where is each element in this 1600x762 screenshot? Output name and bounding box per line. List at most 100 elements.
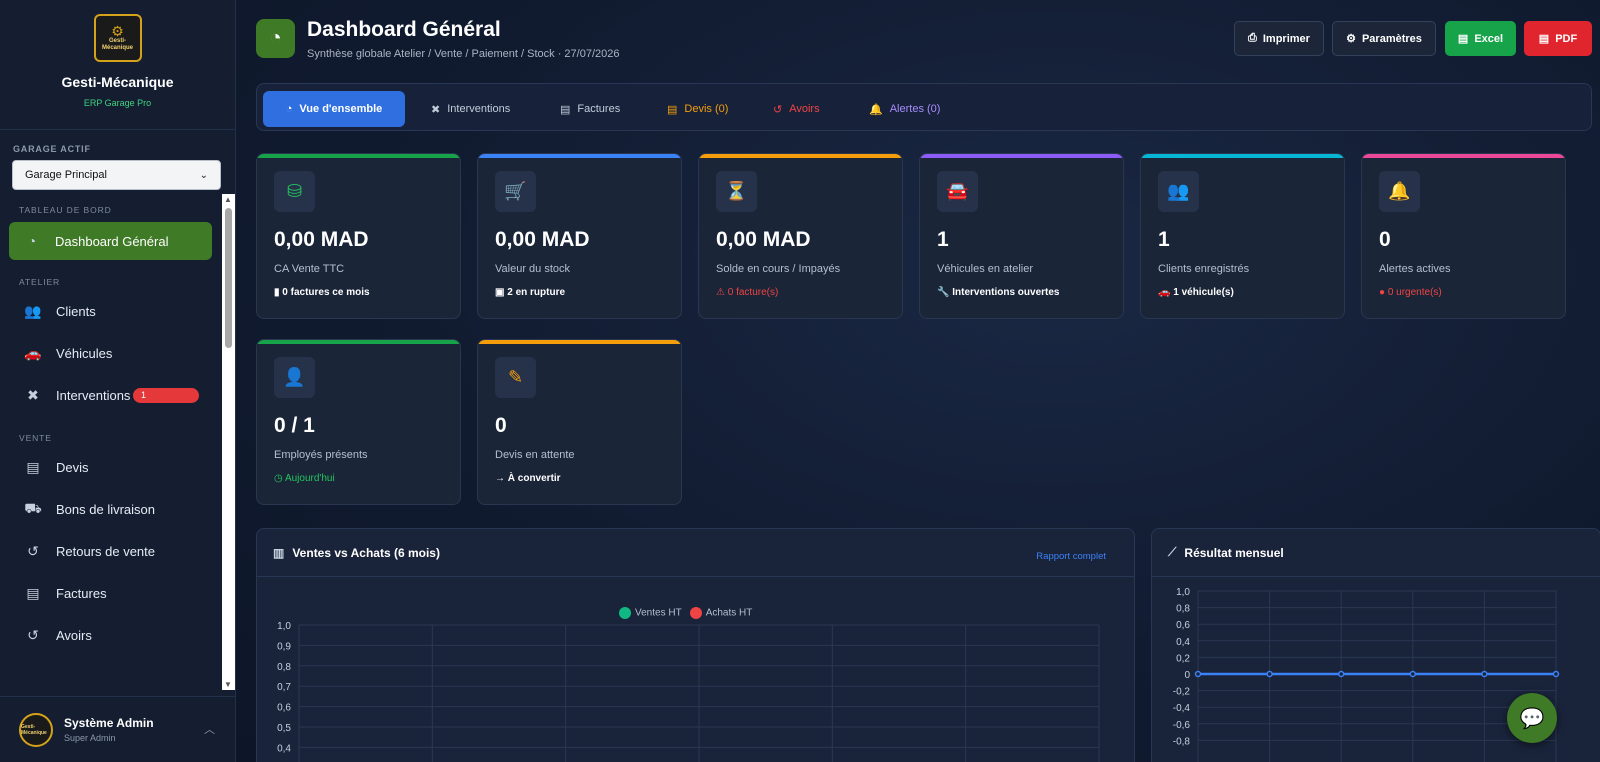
interventions-badge: 1 [133,388,199,403]
stat-card-alertes[interactable]: 🔔 0 Alertes actives ● 0 urgente(s) [1361,153,1566,319]
sidebar-scrollbar[interactable]: ▲ ▼ [222,194,235,690]
sidebar-item-label: Retours de vente [56,543,156,559]
tab-label: Interventions [447,103,511,115]
car-icon: 🚘 [937,171,978,212]
y-tick-label: 0,2 [1176,653,1190,664]
file-icon: ▤ [26,458,40,475]
y-tick-label: 0,7 [277,682,291,693]
card-note: → À convertir [495,473,561,484]
stat-card-stock[interactable]: 🛒 0,00 MAD Valeur du stock ▣ 2 en ruptur… [477,153,682,319]
card-note: 🔧 Interventions ouvertes [937,287,1060,298]
sidebar-item-devis[interactable]: ▤ Devis [0,446,221,488]
excel-button[interactable]: ▤ Excel [1445,21,1516,56]
card-value: 1 [937,228,949,251]
users-icon: 👥 [1158,171,1199,212]
file-icon: ▤ [667,103,678,116]
undo-icon: ↺ [27,626,39,643]
y-tick-label: 0,4 [277,743,291,754]
stat-card-vehicules[interactable]: 🚘 1 Véhicules en atelier 🔧 Interventions… [919,153,1124,319]
sidebar-item-interventions[interactable]: ✖ Interventions 1 [0,374,221,416]
card-accent [478,154,681,158]
y-tick-label: 0 [1184,670,1190,681]
sidebar: ⚙ Gesti-Mécanique Gesti-Mécanique ERP Ga… [0,0,236,762]
chat-button[interactable]: 💬 [1507,693,1557,743]
tab-label: Avoirs [789,103,820,115]
sidebar-item-avoirs[interactable]: ↺ Avoirs [0,614,221,656]
truck-icon: ⛟ [24,499,42,516]
nav-section-vente: VENTE [19,433,52,443]
stat-card-employes[interactable]: 👤 0 / 1 Employés présents ◷ Aujourd'hui [256,339,461,505]
card-accent [257,340,460,344]
y-tick-label: 0,6 [277,703,291,714]
sidebar-item-vehicules[interactable]: 🚗 Véhicules [0,332,221,374]
sidebar-item-label: Dashboard Général [55,233,169,249]
car-icon: 🚗 [24,344,42,361]
y-tick-label: 1,0 [277,621,291,632]
tab-devis[interactable]: ▤ Devis (0) [649,91,746,127]
card-note-text: 0 factures ce mois [282,287,370,298]
scroll-up-icon[interactable]: ▲ [224,195,232,204]
user-panel[interactable]: Gesti-Mécanique Système Admin Super Admi… [0,696,236,762]
avatar: Gesti-Mécanique [19,712,53,747]
tools-icon: ✖ [27,386,39,403]
data-point [1194,670,1202,678]
tab-interventions[interactable]: ✖ Interventions [413,91,528,127]
arrow-right-icon: → [495,473,508,484]
user-info: Système Admin Super Admin [64,716,154,743]
warning-icon: ⚠ [716,287,728,298]
undo-icon: ↺ [27,542,39,559]
y-tick-label: 1,0 [1176,587,1190,598]
pdf-button[interactable]: ▤ PDF [1524,21,1592,56]
chevron-up-icon[interactable]: ︿ [204,721,215,737]
sidebar-item-clients[interactable]: 👥 Clients [0,290,221,332]
y-tick-label: -0,6 [1173,720,1191,731]
tab-alertes[interactable]: 🔔 Alertes (0) [851,91,958,127]
tab-avoirs[interactable]: ↺ Avoirs [755,91,838,127]
y-tick-label: 0,4 [1176,637,1190,648]
scrollbar-thumb[interactable] [225,208,232,348]
sidebar-item-label: Factures [56,585,107,601]
y-tick-label: 0,9 [277,641,291,652]
cart-icon: 🛒 [495,171,536,212]
stat-card-clients[interactable]: 👥 1 Clients enregistrés 🚗 1 véhicule(s) [1140,153,1345,319]
scroll-down-icon[interactable]: ▼ [224,680,232,689]
page-title: Dashboard Général [307,18,501,41]
card-note-text: À convertir [507,473,561,484]
undo-icon: ↺ [773,103,783,116]
stat-card-solde[interactable]: ⏳ 0,00 MAD Solde en cours / Impayés ⚠ 0 … [698,153,903,319]
data-point [1552,670,1560,678]
invoice-icon: ▤ [26,584,40,601]
chart-ventes-achats: ▥ Ventes vs Achats (6 mois) Rapport comp… [256,528,1135,762]
settings-label: Paramètres [1361,32,1422,45]
stat-card-ca-vente[interactable]: ⛁ 0,00 MAD CA Vente TTC ▮ 0 factures ce … [256,153,461,319]
sidebar-item-bons-livraison[interactable]: ⛟ Bons de livraison [0,488,221,530]
card-note: ● 0 urgente(s) [1379,287,1442,298]
card-accent [478,340,681,344]
user-role: Super Admin [64,733,116,743]
y-tick-label: -0,2 [1173,687,1191,698]
nav-section-atelier: ATELIER [19,277,61,287]
tab-overview[interactable]: ◔ Vue d'ensemble [263,91,405,127]
user-name: Système Admin [64,716,154,730]
tools-icon: ✖ [431,103,441,116]
user-cog-icon: 👤 [274,357,315,398]
settings-button[interactable]: ⚙ Paramètres [1332,21,1436,56]
logo-text: Gesti-Mécanique [101,38,133,51]
garage-select[interactable]: Garage Principal ⌄ [12,160,221,190]
sidebar-item-retours[interactable]: ↺ Retours de vente [0,530,221,572]
y-tick-label: 0,6 [1176,620,1190,631]
card-value: 1 [1158,228,1170,251]
printer-icon: ⎙ [1248,32,1257,44]
tab-factures[interactable]: ▤ Factures [542,91,638,127]
brand-logo[interactable]: ⚙ Gesti-Mécanique [93,14,142,62]
data-point [1337,670,1345,678]
sidebar-item-factures[interactable]: ▤ Factures [0,572,221,614]
page-subtitle: Synthèse globale Atelier / Vente / Paiem… [307,48,620,60]
excel-label: Excel [1474,32,1504,45]
stat-card-devis[interactable]: ✎ 0 Devis en attente → À convertir [477,339,682,505]
bell-icon: 🔔 [869,103,883,116]
garage-label: GARAGE ACTIF [13,144,91,154]
sidebar-item-dashboard[interactable]: ◔ Dashboard Général [9,222,212,260]
card-value: 0,00 MAD [495,228,590,251]
print-button[interactable]: ⎙ Imprimer [1234,21,1324,56]
